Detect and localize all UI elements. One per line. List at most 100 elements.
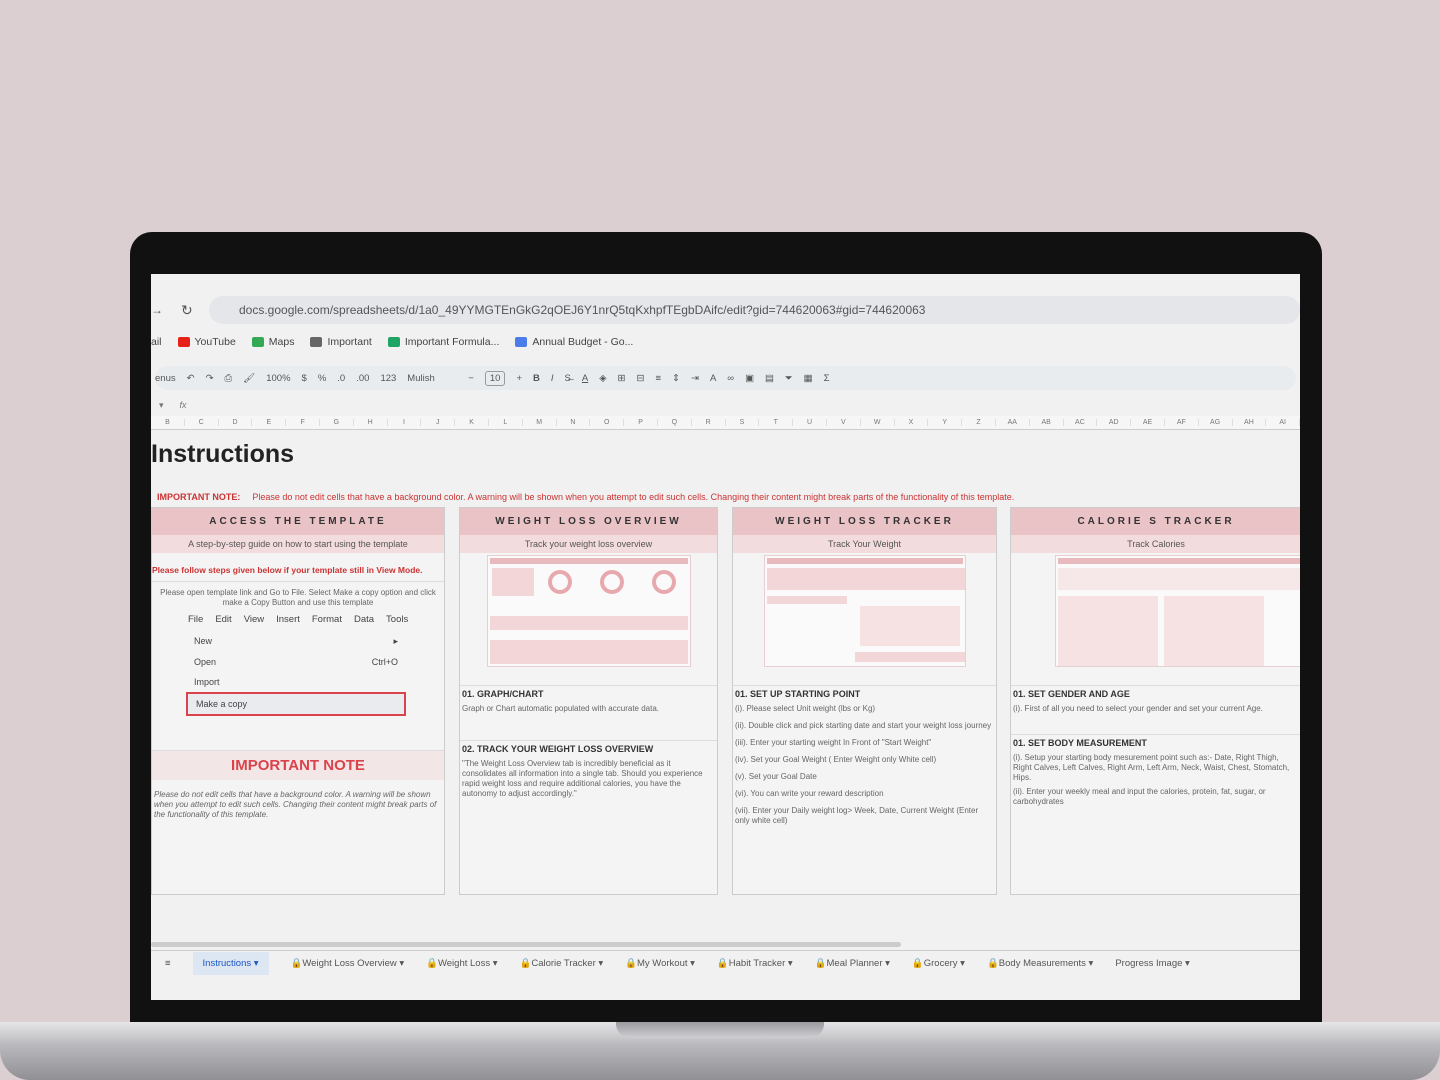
sheet-tab[interactable]: 🔒Calorie Tracker ▾ — [519, 958, 603, 969]
column-header[interactable]: T — [759, 419, 794, 426]
column-header[interactable]: G — [320, 419, 354, 426]
merge-icon[interactable]: ⊟ — [636, 373, 644, 384]
horizontal-scrollbar[interactable] — [151, 942, 901, 947]
column-header[interactable]: AC — [1064, 419, 1098, 426]
all-sheets-icon[interactable]: ≡ — [165, 958, 171, 969]
align-icon[interactable]: ≡ — [655, 373, 661, 384]
print-icon[interactable]: ⎙ — [225, 373, 233, 384]
file-menu-item[interactable]: Import — [186, 672, 406, 692]
column-header[interactable]: AH — [1233, 419, 1267, 426]
menu-item[interactable]: Data — [354, 614, 374, 625]
column-header[interactable]: S — [726, 419, 760, 426]
column-header[interactable]: E — [252, 419, 287, 426]
zoom-select[interactable]: 100% — [266, 373, 290, 384]
bookmark[interactable]: Annual Budget - Go... — [515, 336, 633, 348]
text-color-icon[interactable]: A — [582, 373, 588, 384]
bookmark[interactable]: ail — [151, 336, 162, 348]
column-header[interactable]: P — [624, 419, 658, 426]
borders-icon[interactable]: ⊞ — [618, 373, 626, 384]
column-header[interactable]: Z — [962, 419, 996, 426]
column-header[interactable]: J — [421, 419, 456, 426]
column-header[interactable]: AG — [1199, 419, 1233, 426]
comment-icon[interactable]: ▣ — [745, 373, 754, 384]
sheet-tab[interactable]: 🔒Habit Tracker ▾ — [717, 958, 793, 969]
plus-icon[interactable]: + — [516, 373, 522, 384]
column-header[interactable]: M — [523, 419, 557, 426]
font-select[interactable]: Mulish — [407, 373, 457, 384]
chart-icon[interactable]: ▤ — [765, 373, 774, 384]
column-header[interactable]: D — [219, 419, 253, 426]
column-header[interactable]: W — [861, 419, 895, 426]
name-box-dropdown-icon[interactable]: ▾ — [159, 400, 164, 411]
undo-icon[interactable]: ↶ — [187, 373, 195, 384]
column-header[interactable]: AF — [1165, 419, 1199, 426]
column-header[interactable]: U — [793, 419, 827, 426]
column-header[interactable]: V — [827, 419, 861, 426]
column-header[interactable]: AB — [1030, 419, 1064, 426]
italic-button[interactable]: I — [551, 373, 554, 384]
currency-button[interactable]: $ — [302, 373, 307, 384]
file-menu-item[interactable]: Make a copy — [186, 692, 406, 716]
bookmark[interactable]: YouTube — [177, 336, 236, 348]
bookmark[interactable]: Important — [310, 336, 372, 348]
column-header[interactable]: L — [489, 419, 523, 426]
filter-views-icon[interactable]: ▦ — [804, 373, 813, 384]
sheet-tab[interactable]: 🔒Grocery ▾ — [912, 958, 965, 969]
menu-item[interactable]: Insert — [276, 614, 300, 625]
percent-button[interactable]: % — [318, 373, 326, 384]
increase-decimal-button[interactable]: .00 — [356, 373, 369, 384]
paint-format-icon[interactable]: 🖌 — [243, 373, 255, 384]
column-header[interactable]: C — [185, 419, 219, 426]
bookmark[interactable]: Important Formula... — [387, 336, 499, 348]
menu-item[interactable]: View — [244, 614, 264, 625]
column-header[interactable]: Y — [928, 419, 963, 426]
menu-item[interactable]: Tools — [386, 614, 408, 625]
column-header[interactable]: AA — [996, 419, 1030, 426]
column-header[interactable]: I — [388, 419, 422, 426]
column-header[interactable]: H — [354, 419, 388, 426]
url-bar[interactable]: docs.google.com/spreadsheets/d/1a0_49YYM… — [209, 296, 1300, 324]
bold-button[interactable]: B — [533, 373, 540, 384]
column-header[interactable]: B — [151, 419, 185, 426]
column-header[interactable]: O — [590, 419, 625, 426]
forward-icon[interactable]: → — [151, 303, 163, 317]
sheet-tab[interactable]: 🔒My Workout ▾ — [625, 958, 695, 969]
reload-icon[interactable]: ↻ — [181, 302, 193, 319]
sheet-tab[interactable]: 🔒Body Measurements ▾ — [987, 958, 1093, 969]
filter-icon[interactable]: ⏷ — [785, 373, 793, 384]
column-header[interactable]: X — [895, 419, 929, 426]
wrap-icon[interactable]: ⇥ — [691, 373, 699, 384]
column-header[interactable]: N — [557, 419, 591, 426]
functions-icon[interactable]: Σ — [824, 373, 830, 384]
menu-item[interactable]: File — [188, 614, 203, 625]
column-header[interactable]: Q — [658, 419, 692, 426]
sheet-tab[interactable]: 🔒Weight Loss ▾ — [426, 958, 497, 969]
menus-button[interactable]: enus — [155, 373, 176, 384]
column-header[interactable]: K — [455, 419, 489, 426]
menu-item[interactable]: Edit — [215, 614, 231, 625]
sheet-tab[interactable]: 🔒Weight Loss Overview ▾ — [291, 958, 405, 969]
column-header[interactable]: AI — [1266, 419, 1300, 426]
redo-icon[interactable]: ↷ — [206, 373, 214, 384]
bookmark[interactable]: Maps — [251, 336, 294, 348]
link-icon[interactable]: ∞ — [727, 373, 734, 384]
sheet-tab[interactable]: Progress Image ▾ — [1115, 958, 1189, 969]
column-header[interactable]: AE — [1131, 419, 1165, 426]
font-size-input[interactable]: 10 — [484, 370, 506, 386]
file-menu-item[interactable]: New ▸ — [186, 631, 406, 652]
fill-color-icon[interactable]: ◈ — [599, 373, 606, 384]
column-header[interactable]: F — [286, 419, 320, 426]
valign-icon[interactable]: ⇕ — [672, 373, 680, 384]
more-formats-button[interactable]: 123 — [380, 373, 396, 384]
minus-icon[interactable]: − — [468, 373, 474, 384]
sheet-tab[interactable]: Instructions ▾ — [192, 951, 269, 975]
sheet-tab[interactable]: 🔒Meal Planner ▾ — [815, 958, 890, 969]
decrease-decimal-button[interactable]: .0 — [337, 373, 345, 384]
strikethrough-icon[interactable]: S̶ — [565, 373, 571, 384]
column-header[interactable]: AD — [1097, 419, 1132, 426]
rotate-icon[interactable]: A — [710, 373, 716, 384]
column-header[interactable]: R — [692, 419, 726, 426]
file-menu-item[interactable]: Open Ctrl+O — [186, 652, 406, 672]
menu-item[interactable]: Format — [312, 614, 342, 625]
formula-bar[interactable]: ▾ fx — [151, 398, 1300, 412]
